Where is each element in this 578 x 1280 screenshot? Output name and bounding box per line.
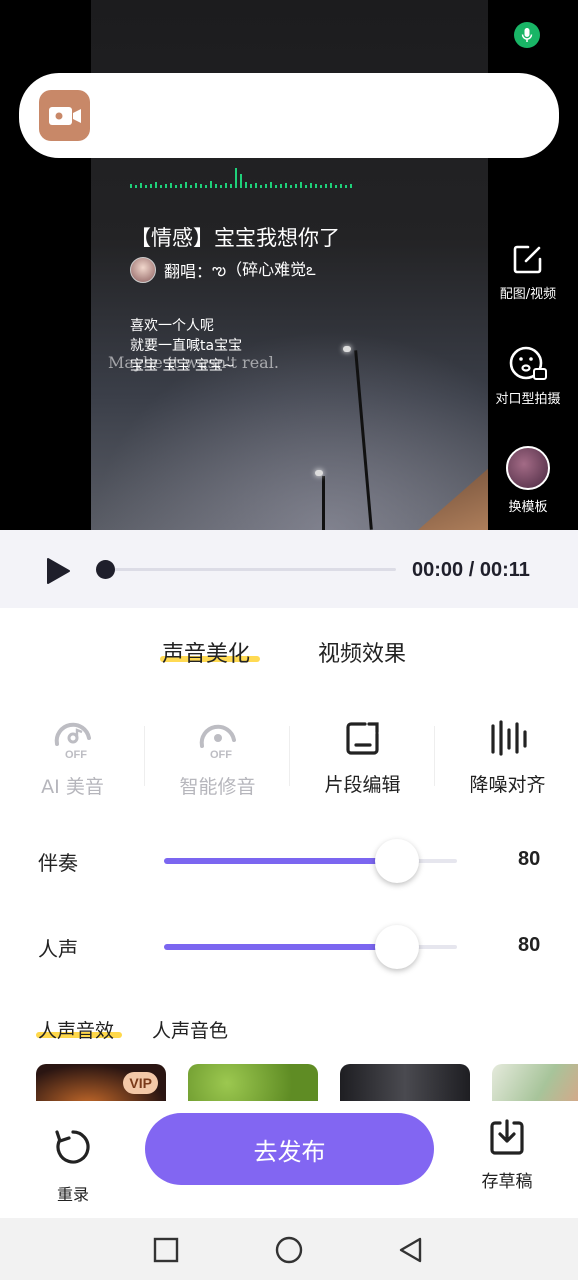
- tool-label: 片段编辑: [324, 774, 401, 796]
- publish-button[interactable]: 去发布: [145, 1113, 434, 1185]
- svg-text:OFF: OFF: [65, 749, 87, 760]
- back-icon[interactable]: [396, 1235, 426, 1265]
- play-icon[interactable]: [45, 557, 71, 585]
- bottom-action-bar: 重录 去发布 存草稿: [0, 1101, 578, 1218]
- tool-label: 智能修音: [179, 776, 256, 798]
- tab-voice-beautify[interactable]: 声音美化: [162, 636, 250, 668]
- singer-avatar: [130, 256, 156, 283]
- save-draft-button[interactable]: 存草稿: [476, 1117, 538, 1192]
- effect-card[interactable]: VIP: [36, 1064, 166, 1102]
- video-camera-icon: [39, 90, 90, 141]
- singer-prefix: 翻唱：: [164, 261, 213, 281]
- side-tool-label: 对口型拍摄: [495, 392, 561, 407]
- progress-track[interactable]: [104, 568, 396, 571]
- ai-voice-off-icon: OFF: [54, 722, 91, 760]
- tool-ai-voice[interactable]: OFF AI 美音: [0, 718, 145, 808]
- tab-vocal-effects[interactable]: 人声音效: [38, 1016, 114, 1043]
- side-tool-label: 配图/视频: [499, 287, 557, 302]
- home-icon[interactable]: [274, 1235, 304, 1265]
- denoise-align-icon: [490, 720, 527, 756]
- clip-edit-icon: [345, 722, 379, 755]
- face-camera-icon: [509, 346, 547, 380]
- tab-vocal-timbre[interactable]: 人声音色: [152, 1016, 228, 1043]
- rerecord-button[interactable]: 重录: [40, 1127, 106, 1205]
- edit-square-icon: [513, 245, 542, 274]
- slider-knob[interactable]: [375, 925, 419, 969]
- singer-name: ఌ（碎心难觉ఽ: [212, 260, 316, 279]
- side-tool-label: 换模板: [508, 500, 548, 515]
- tool-label: AI 美音: [41, 776, 104, 798]
- system-navigation-bar: [0, 1218, 578, 1280]
- lamp-light: [315, 470, 323, 476]
- audio-waveform: [130, 160, 360, 188]
- slider-fill: [164, 858, 397, 864]
- svg-text:OFF: OFF: [210, 749, 232, 760]
- slider-accompaniment: 伴奏 80: [0, 837, 578, 887]
- progress-knob[interactable]: [96, 560, 115, 579]
- rerecord-icon: [55, 1130, 90, 1164]
- tool-smart-tune[interactable]: OFF 智能修音: [145, 718, 290, 808]
- tab-video-effects[interactable]: 视频效果: [318, 636, 406, 668]
- tool-denoise-align[interactable]: 降噪对齐: [435, 718, 578, 808]
- vip-badge: VIP: [123, 1072, 158, 1094]
- slider-label: 伴奏: [38, 851, 78, 875]
- microphone-icon: [514, 22, 540, 48]
- download-icon: [490, 1119, 524, 1155]
- recording-notification-bar[interactable]: [19, 73, 559, 158]
- side-tool-template[interactable]: 换模板: [483, 446, 573, 515]
- slider-vocal: 人声 80: [0, 923, 578, 973]
- tool-clip-edit[interactable]: 片段编辑: [290, 718, 435, 808]
- lyric-line: 喜欢一个人呢: [130, 318, 214, 334]
- video-overlay-text: Maybe it wasn't real.: [108, 353, 279, 372]
- song-title: 【情感】宝宝我想你了: [130, 226, 340, 250]
- rerecord-label: 重录: [56, 1185, 89, 1204]
- side-tool-media[interactable]: 配图/视频: [483, 241, 573, 302]
- tool-label: 降噪对齐: [469, 774, 546, 796]
- slider-fill: [164, 944, 397, 950]
- effect-card[interactable]: [188, 1064, 318, 1102]
- draft-label: 存草稿: [481, 1172, 533, 1192]
- effect-card[interactable]: [340, 1064, 470, 1102]
- template-thumbnail: [506, 446, 550, 490]
- effect-card[interactable]: [492, 1064, 578, 1102]
- slider-knob[interactable]: [375, 839, 419, 883]
- slider-label: 人声: [38, 937, 78, 961]
- time-display: 00:00 / 00:11: [412, 559, 530, 581]
- recent-apps-icon[interactable]: [151, 1235, 181, 1265]
- slider-value: 80: [518, 934, 541, 956]
- side-tool-lipsync[interactable]: 对口型拍摄: [483, 344, 573, 407]
- lamp-light: [343, 346, 351, 352]
- street-lamp: [322, 476, 325, 530]
- smart-tune-off-icon: OFF: [199, 724, 236, 760]
- singer-row: 翻唱： ఌ（碎心难觉ఽ: [130, 256, 316, 283]
- slider-value: 80: [518, 848, 541, 870]
- audio-player: 00:00 / 00:11: [0, 530, 578, 608]
